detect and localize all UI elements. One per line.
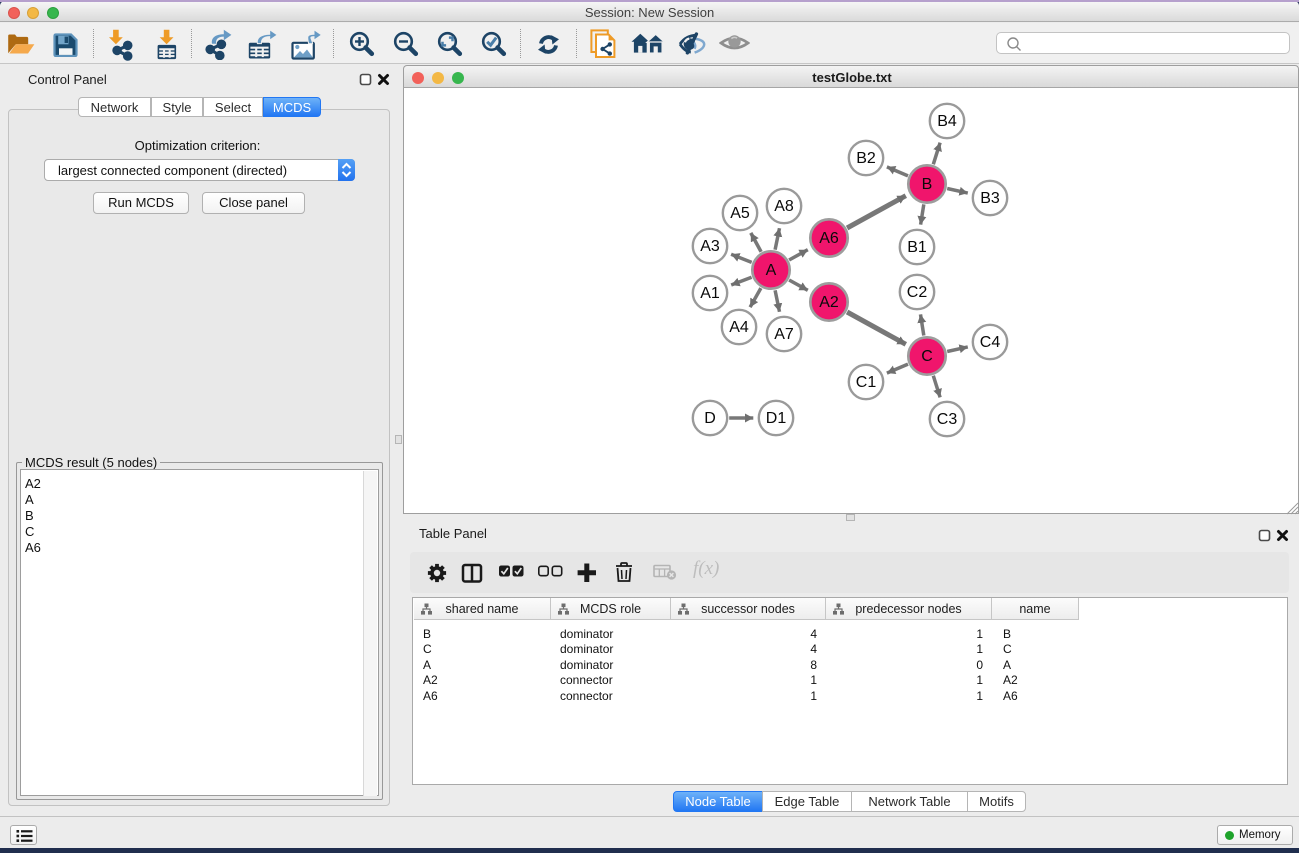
svg-text:B4: B4 bbox=[937, 113, 957, 130]
svg-text:A7: A7 bbox=[774, 326, 794, 343]
svg-text:B1: B1 bbox=[907, 239, 927, 256]
svg-text:A1: A1 bbox=[700, 285, 720, 302]
svg-text:B: B bbox=[922, 176, 933, 193]
svg-text:A2: A2 bbox=[819, 294, 839, 311]
svg-text:A6: A6 bbox=[819, 230, 839, 247]
svg-text:B3: B3 bbox=[980, 190, 1000, 207]
svg-text:C: C bbox=[921, 348, 933, 365]
svg-text:C4: C4 bbox=[980, 334, 1001, 351]
svg-text:D: D bbox=[704, 410, 716, 427]
svg-text:A8: A8 bbox=[774, 198, 794, 215]
svg-text:C2: C2 bbox=[907, 284, 928, 301]
svg-text:A5: A5 bbox=[730, 205, 750, 222]
svg-text:A4: A4 bbox=[729, 319, 749, 336]
svg-text:C1: C1 bbox=[856, 374, 877, 391]
svg-text:C3: C3 bbox=[937, 411, 958, 428]
svg-text:A: A bbox=[766, 262, 777, 279]
svg-text:B2: B2 bbox=[856, 150, 876, 167]
svg-text:D1: D1 bbox=[766, 410, 787, 427]
svg-text:A3: A3 bbox=[700, 238, 720, 255]
